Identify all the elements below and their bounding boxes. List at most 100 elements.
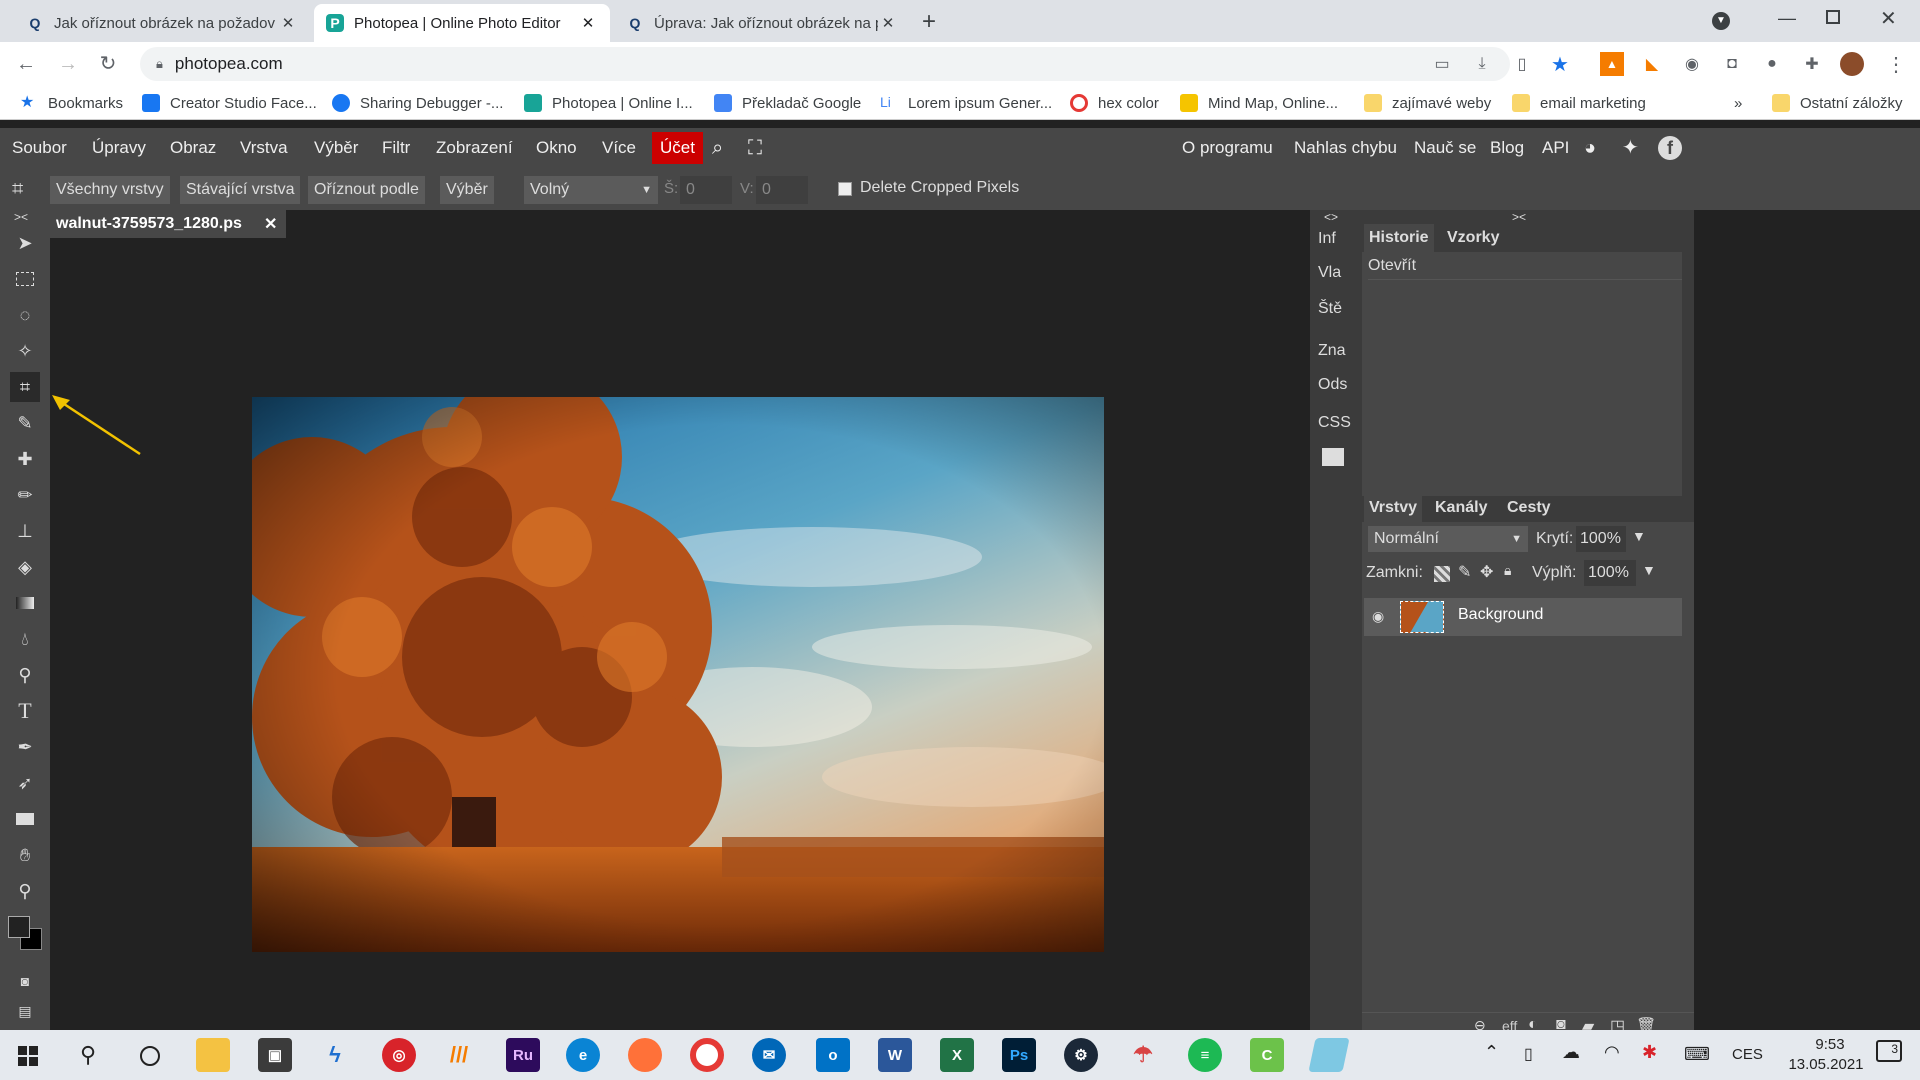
screen-mode-icon[interactable]: ▤ [10, 996, 40, 1026]
layer-row[interactable]: ◉ Background [1364, 598, 1682, 636]
current-layer-button[interactable]: Stávající vrstva [180, 176, 301, 204]
bookmark-item[interactable]: hex color [1070, 92, 1159, 114]
firefox-icon[interactable] [628, 1038, 662, 1072]
fill-input[interactable]: 100% [1584, 560, 1636, 586]
opacity-dropdown-icon[interactable]: ▼ [1632, 528, 1646, 544]
eyedropper-icon[interactable]: ✎ [10, 408, 40, 438]
menu-zobrazeni[interactable]: Zobrazení [436, 128, 513, 168]
pen-tool-icon[interactable]: ✒ [10, 732, 40, 762]
avatar[interactable] [1840, 52, 1864, 76]
tray-expand-icon[interactable]: ⌃ [1484, 1042, 1499, 1063]
search-icon[interactable]: ⚲ [80, 1042, 96, 1068]
window-close-icon[interactable]: ✕ [1880, 6, 1897, 31]
bookmarks-more[interactable]: » [1734, 92, 1742, 114]
close-icon[interactable]: ✕ [278, 14, 298, 32]
menu-filtr[interactable]: Filtr [382, 128, 410, 168]
tab-history[interactable]: Historie [1364, 224, 1434, 252]
bookmark-item[interactable]: Sharing Debugger -... [332, 92, 503, 114]
blur-tool-icon[interactable]: 💧︎ [10, 624, 40, 654]
height-input[interactable]: 0 [756, 176, 808, 204]
edge-icon[interactable]: e [566, 1038, 600, 1072]
maximize-icon[interactable] [1826, 10, 1840, 24]
fullscreen-icon[interactable]: ⛶ [748, 128, 762, 168]
selection-button[interactable]: Výběr [440, 176, 494, 204]
canvas-image[interactable] [252, 397, 1104, 952]
url-field[interactable]: 🔒︎ photopea.com [140, 47, 1510, 81]
camera-icon[interactable]: ◉ [1680, 52, 1704, 76]
menu-soubor[interactable]: Soubor [12, 128, 67, 168]
menu-upravy[interactable]: Úpravy [92, 128, 146, 168]
bookmark-item[interactable]: Photopea | Online I... [524, 92, 693, 114]
bookmark-item[interactable]: Li Lorem ipsum Gener... [880, 92, 1052, 114]
clock-date[interactable]: 13.05.2021 [1776, 1056, 1876, 1073]
info-panel-button[interactable]: Inf [1318, 230, 1336, 248]
bookmark-item[interactable]: ★ Bookmarks [20, 92, 123, 114]
bookmark-item[interactable]: Překladač Google [714, 92, 861, 114]
tab-channels[interactable]: Kanály [1430, 494, 1492, 522]
document-tab[interactable]: walnut-3759573_1280.ps ✕ [50, 210, 286, 238]
photoshop-icon[interactable]: Ps [1002, 1038, 1036, 1072]
install-icon[interactable]: ⤓ [1470, 52, 1494, 76]
language-indicator[interactable]: CES [1732, 1046, 1763, 1063]
reload-icon[interactable]: ↻ [94, 50, 122, 78]
browser-tab-3[interactable]: Q Úprava: Jak oříznout obrázek na p ✕ [614, 4, 910, 42]
spotify-icon[interactable]: ≡ [1188, 1038, 1222, 1072]
account-button[interactable]: Účet [652, 132, 703, 164]
magic-wand-icon[interactable]: ✧ [10, 336, 40, 366]
healing-brush-icon[interactable]: ✚ [10, 444, 40, 474]
gradient-tool-icon[interactable] [10, 588, 40, 618]
lock-paint-icon[interactable]: ✎ [1458, 562, 1471, 582]
bookmark-item[interactable]: Creator Studio Face... [142, 92, 317, 114]
cortana-icon[interactable] [140, 1046, 160, 1066]
clipboard-icon[interactable]: ▭ [1430, 52, 1454, 76]
wifi-icon[interactable]: ◠ [1604, 1042, 1620, 1063]
paragraph-panel-button[interactable]: Ods [1318, 376, 1347, 394]
page-icon[interactable]: ▯ [1510, 52, 1534, 76]
lock-move-icon[interactable]: ✥ [1480, 562, 1493, 582]
tab-search-icon[interactable]: ▼ [1712, 12, 1730, 30]
chrome-icon[interactable] [690, 1038, 724, 1072]
opacity-input[interactable]: 100% [1576, 526, 1626, 552]
rush-icon[interactable]: Ru [506, 1038, 540, 1072]
menu-api[interactable]: API [1542, 128, 1569, 168]
all-layers-button[interactable]: Všechny vrstvy [50, 176, 170, 204]
menu-vyber[interactable]: Výběr [314, 128, 358, 168]
sway-icon[interactable]: ϟ [318, 1038, 352, 1072]
lasso-tool-icon[interactable]: ◌ [10, 300, 40, 330]
clock-time[interactable]: 9:53 [1800, 1036, 1860, 1053]
back-icon[interactable]: ← [12, 50, 40, 78]
path-select-icon[interactable]: ➶ [10, 768, 40, 798]
twitter-icon[interactable]: ✦ [1622, 128, 1639, 168]
app-red-icon[interactable]: ◎ [382, 1038, 416, 1072]
brush-tool-icon[interactable]: ✏ [10, 480, 40, 510]
quick-mask-icon[interactable]: ◙ [10, 966, 40, 996]
move-tool-icon[interactable]: ➤ [10, 228, 40, 258]
rss-icon[interactable]: ◣ [1640, 52, 1664, 76]
onedrive-icon[interactable]: ☁ [1562, 1042, 1580, 1063]
extension-analytics-icon[interactable]: ▲ [1600, 52, 1624, 76]
excel-icon[interactable]: X [940, 1038, 974, 1072]
menu-okno[interactable]: Okno [536, 128, 577, 168]
width-input[interactable]: 0 [680, 176, 732, 204]
tab-layers[interactable]: Vrstvy [1364, 494, 1423, 522]
shape-tool-icon[interactable] [10, 804, 40, 834]
facebook-icon[interactable]: f [1658, 136, 1682, 160]
menu-o-programu[interactable]: O programu [1182, 128, 1273, 168]
menu-blog[interactable]: Blog [1490, 128, 1524, 168]
hand-tool-icon[interactable]: ✋︎ [10, 840, 40, 870]
tray-app-icon[interactable]: ✱ [1642, 1042, 1657, 1063]
history-item[interactable]: Otevřít [1368, 252, 1682, 280]
camtasia-icon[interactable]: C [1250, 1038, 1284, 1072]
foreground-color-swatch[interactable] [8, 916, 30, 938]
app-notes-icon[interactable] [1308, 1038, 1350, 1072]
lock-all-icon[interactable]: 🔒︎ [1504, 562, 1511, 579]
reddit-icon[interactable]: ◕ [1584, 128, 1596, 168]
delete-cropped-checkbox[interactable] [838, 182, 852, 196]
lock-transparency-icon[interactable] [1434, 566, 1450, 582]
tab-swatches[interactable]: Vzorky [1442, 224, 1504, 252]
pocket-icon[interactable]: ◘ [1720, 52, 1744, 76]
windows-start-icon[interactable] [18, 1046, 38, 1066]
search-icon[interactable]: ⌕ [712, 128, 723, 168]
brushes-panel-button[interactable]: Ště [1318, 300, 1342, 318]
close-icon[interactable]: ✕ [878, 14, 898, 32]
